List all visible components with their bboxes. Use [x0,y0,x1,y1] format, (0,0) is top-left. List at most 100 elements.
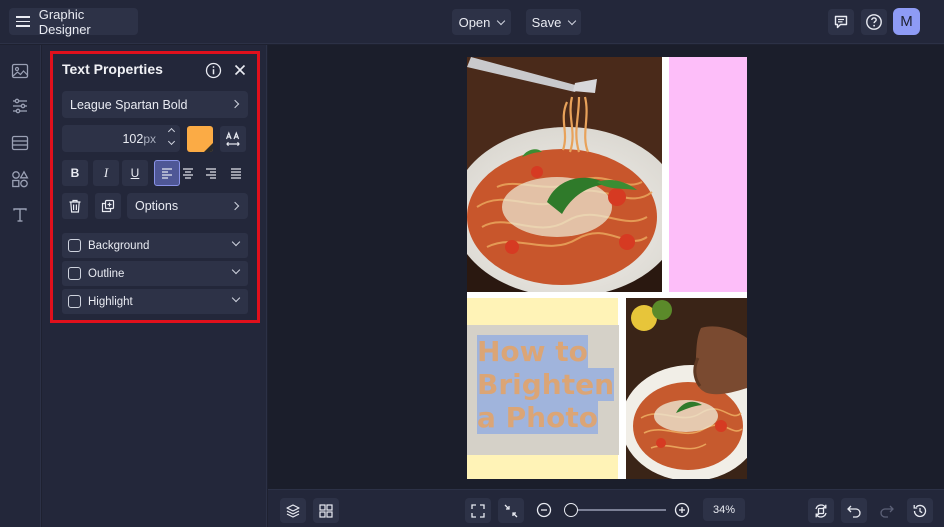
chevron-right-icon [230,99,240,109]
headline-line-1: How to [477,335,588,368]
headline-line-2: Brighten [477,368,615,401]
font-selector[interactable]: League Spartan Bold [62,91,248,118]
history-icon [913,504,927,517]
help-icon [866,14,882,30]
align-justify-icon [231,168,241,179]
comment-icon [834,15,848,29]
duplicate-button[interactable] [95,193,121,219]
text-properties-panel: Text Properties League Spartan Bold 102 … [50,51,260,323]
chevron-down-icon [231,293,241,303]
options-button[interactable]: Options [127,193,248,219]
shrink-icon [504,504,518,517]
close-icon [234,64,246,76]
zoom-out-button[interactable] [536,502,552,518]
undo-button[interactable] [841,498,867,523]
redo-icon [880,505,894,518]
duplicate-icon [101,199,115,213]
text-color-swatch[interactable] [187,126,213,152]
close-button[interactable] [231,61,249,79]
spaghetti-photo-top[interactable] [467,57,662,292]
redo-button[interactable] [874,498,900,523]
grid-icon [319,503,333,518]
chevron-down-icon [231,265,241,275]
highlight-toggle[interactable]: Highlight [62,289,248,314]
background-label: Background [88,239,150,252]
layout-icon [11,135,29,151]
rail-adjust-button[interactable] [10,96,30,116]
bold-button[interactable]: B [62,160,88,186]
sync-button[interactable] [808,498,834,523]
rail-text-button[interactable] [10,205,30,225]
highlight-checkbox[interactable] [68,295,81,308]
background-toggle[interactable]: Background [62,233,248,258]
app-menu-button[interactable]: Graphic Designer [9,6,138,37]
text-case-button[interactable] [220,126,246,152]
align-center-button[interactable] [177,160,199,186]
spaghetti-photo-bottom[interactable] [626,298,747,479]
zoom-slider-track[interactable] [566,509,666,511]
italic-button[interactable]: I [93,160,119,186]
layers-icon [286,503,300,518]
avatar[interactable]: M [893,8,920,35]
background-checkbox[interactable] [68,239,81,252]
underline-button[interactable]: U [122,160,148,186]
rail-image-button[interactable] [10,61,30,81]
zoom-slider-handle[interactable] [564,503,578,517]
font-size-stepper[interactable] [167,127,176,146]
help-button[interactable] [861,9,887,35]
swatch-corner-icon [204,143,213,152]
tool-rail [0,45,41,527]
chevron-down-icon [497,16,506,25]
hamburger-icon [16,16,30,27]
font-name: League Spartan Bold [70,97,188,112]
save-button[interactable]: Save [526,9,581,35]
refresh-icon [815,503,827,518]
app-title: Graphic Designer [38,6,91,37]
font-size-value: 102 [122,131,144,146]
design-artboard[interactable]: How to Brighten a Photo [467,57,747,479]
info-icon [205,62,221,78]
chevron-up-icon[interactable] [167,127,176,136]
outline-checkbox[interactable] [68,267,81,280]
zoom-in-button[interactable] [674,502,690,518]
trash-icon [69,199,81,213]
align-justify-button[interactable] [224,160,248,186]
chevron-down-icon [568,16,577,25]
shrink-button[interactable] [498,498,524,523]
chevron-down-icon [231,237,241,247]
outline-label: Outline [88,267,125,280]
chevron-down-icon[interactable] [167,137,176,146]
align-center-icon [183,168,193,179]
pink-block[interactable] [669,57,747,292]
headline-line-3: a Photo [477,401,598,434]
zoom-out-icon [536,502,552,518]
grid-button[interactable] [313,498,339,523]
panel-title: Text Properties [62,61,163,77]
align-right-button[interactable] [200,160,222,186]
chevron-right-icon [230,201,240,211]
open-button[interactable]: Open [452,9,511,35]
font-size-unit: px [143,131,156,146]
rail-layout-button[interactable] [10,133,30,153]
text-case-icon [225,131,240,147]
top-bar: Graphic Designer Open Save M [0,0,944,44]
info-button[interactable] [204,61,222,79]
shapes-icon [12,170,29,188]
options-label: Options [135,199,179,213]
history-button[interactable] [907,498,933,523]
comments-button[interactable] [828,9,854,35]
font-size-input[interactable]: 102 px [62,125,180,152]
undo-icon [847,505,861,518]
layers-button[interactable] [280,498,306,523]
sliders-icon [13,98,27,114]
delete-button[interactable] [62,193,88,219]
rail-graphics-button[interactable] [10,169,30,189]
align-left-icon [162,168,172,179]
image-icon [11,63,29,79]
headline-text[interactable]: How to Brighten a Photo [477,335,615,434]
fit-screen-button[interactable] [465,498,491,523]
zoom-level[interactable]: 34% [703,498,745,521]
outline-toggle[interactable]: Outline [62,261,248,286]
align-right-icon [206,168,216,179]
highlight-label: Highlight [88,295,133,308]
